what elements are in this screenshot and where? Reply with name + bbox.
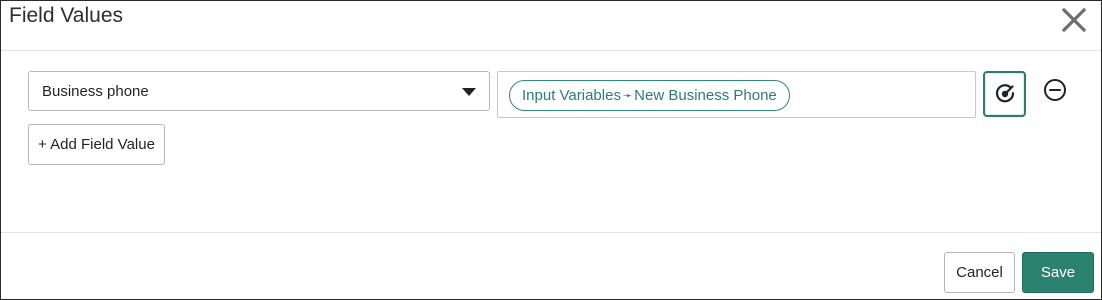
field-value-input[interactable]: Input Variables ➛ New Business Phone (497, 71, 976, 118)
minus-circle-icon (1044, 79, 1066, 101)
data-pill[interactable]: Input Variables ➛ New Business Phone (509, 80, 790, 111)
cancel-button[interactable]: Cancel (944, 252, 1015, 293)
data-pill-source: Input Variables (522, 87, 621, 104)
data-pill-arrow-icon: ➛ (622, 90, 633, 102)
field-select-value: Business phone (42, 83, 149, 100)
data-pill-target: New Business Phone (634, 87, 777, 104)
dialog-header: Field Values (1, 1, 1101, 51)
data-pill-picker-icon (995, 84, 1015, 103)
close-icon (1061, 7, 1087, 33)
dialog-footer: Cancel Save (1, 232, 1101, 299)
dialog-title: Field Values (9, 4, 124, 27)
close-button[interactable] (1061, 7, 1087, 33)
add-field-value-button[interactable]: + Add Field Value (28, 124, 165, 165)
data-pill-picker-button[interactable] (983, 71, 1026, 117)
chevron-down-icon (462, 88, 476, 96)
save-button[interactable]: Save (1022, 252, 1094, 293)
remove-field-value-button[interactable] (1043, 78, 1067, 102)
dialog-body: Business phone Input Variables ➛ New Bus… (1, 52, 1101, 232)
field-select[interactable]: Business phone (28, 71, 490, 111)
field-values-dialog: Field Values Business phone Input Variab… (0, 0, 1102, 300)
